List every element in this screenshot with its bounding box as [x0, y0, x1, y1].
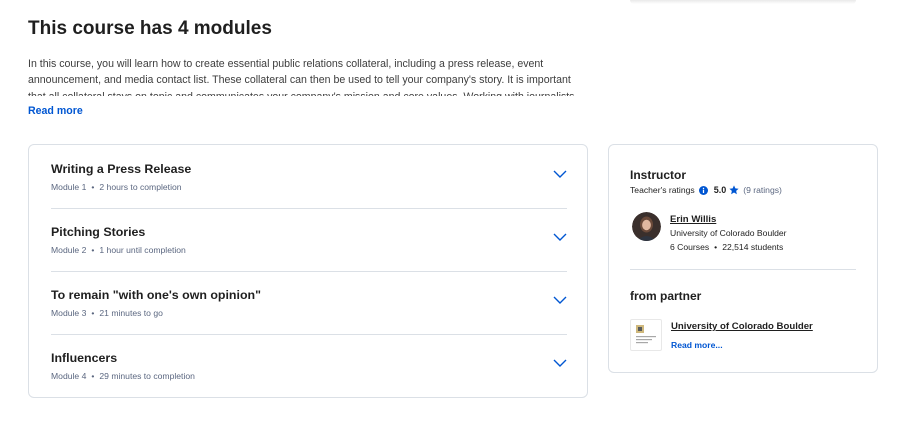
chevron-down-icon[interactable]	[553, 232, 567, 242]
read-more-link[interactable]: Read more	[28, 105, 83, 117]
instructor-courses: 6 Courses	[670, 242, 710, 252]
module-item-3[interactable]: To remain "with one's own opinion" Modul…	[51, 271, 567, 334]
instructor-stats: 6 Courses • 22,514 students	[670, 242, 784, 252]
chevron-down-icon[interactable]	[553, 169, 567, 179]
module-meta: Module 1 • 2 hours to completion	[51, 182, 182, 192]
partner-heading: from partner	[630, 289, 702, 303]
module-title: Influencers	[51, 351, 118, 365]
partner-logo[interactable]	[630, 319, 662, 351]
course-description: In this course, you will learn how to cr…	[28, 58, 574, 96]
instructor-avatar[interactable]	[632, 212, 661, 241]
module-duration: 21 minutes to go	[99, 308, 163, 318]
info-icon[interactable]	[698, 185, 708, 195]
chevron-down-icon[interactable]	[553, 358, 567, 368]
avatar-photo	[632, 212, 661, 241]
module-meta: Module 3 • 21 minutes to go	[51, 308, 163, 318]
modules-accordion: Writing a Press Release Module 1 • 2 hours…	[28, 144, 588, 398]
module-title: Pitching Stories	[51, 225, 146, 239]
module-number: Module 2	[51, 245, 87, 255]
instructor-card: Instructor Teacher's ratings 5.0 (9 rati…	[608, 144, 878, 373]
instructor-heading: Instructor	[630, 168, 687, 182]
module-number: Module 3	[51, 308, 87, 318]
module-number: Module 4	[51, 371, 87, 381]
chevron-down-icon[interactable]	[553, 295, 567, 305]
instructor-students: 22,514 students	[722, 242, 784, 252]
instructor-name-link[interactable]: Erin Willis	[670, 214, 716, 225]
module-duration: 29 minutes to completion	[99, 371, 195, 381]
module-title: Writing a Press Release	[51, 162, 192, 176]
instructor-divider	[630, 269, 856, 270]
rating-value: 5.0	[713, 185, 727, 195]
module-meta: Module 2 • 1 hour until completion	[51, 245, 186, 255]
module-item-4[interactable]: Influencers Module 4 • 29 minutes to compl…	[51, 334, 567, 397]
modules-section-title: This course has 4 modules	[28, 18, 272, 39]
top-card-shadow	[630, 0, 856, 4]
module-number: Module 1	[51, 182, 87, 192]
teacher-ratings: Teacher's ratings 5.0 (9 ratings)	[630, 185, 782, 195]
module-duration: 1 hour until completion	[99, 245, 186, 255]
ratings-label: Teacher's ratings	[630, 185, 695, 195]
instructor-university: University of Colorado Boulder	[670, 228, 787, 238]
module-title: To remain "with one's own opinion"	[51, 288, 261, 302]
module-item-1[interactable]: Writing a Press Release Module 1 • 2 hours…	[51, 145, 567, 208]
star-icon	[729, 185, 739, 195]
rating-count: (9 ratings)	[743, 185, 782, 195]
module-item-2[interactable]: Pitching Stories Module 2 • 1 hour until c…	[51, 208, 567, 271]
partner-read-more-link[interactable]: Read more...	[671, 340, 723, 350]
module-duration: 2 hours to completion	[99, 182, 182, 192]
partner-name-link[interactable]: University of Colorado Boulder	[671, 321, 813, 332]
module-meta: Module 4 • 29 minutes to completion	[51, 371, 195, 381]
university-logo-icon	[636, 325, 656, 344]
